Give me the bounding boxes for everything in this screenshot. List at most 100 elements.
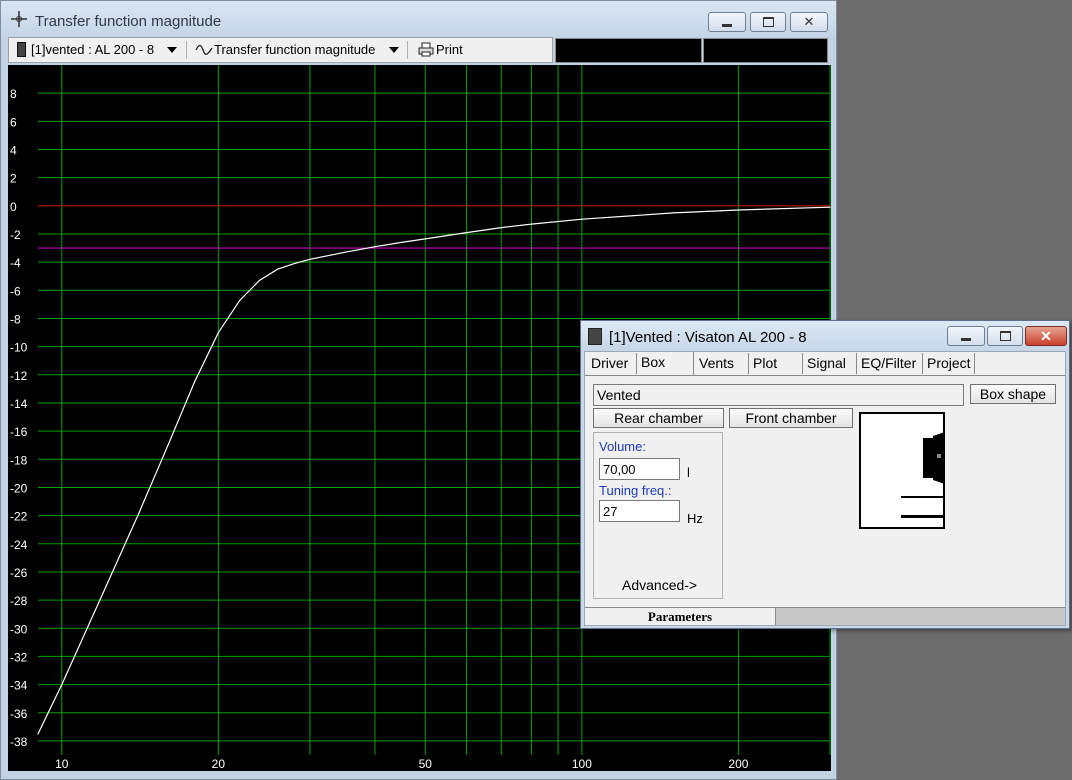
wave-icon <box>195 44 213 55</box>
y-tick-label: -28 <box>10 594 28 608</box>
y-tick-label: -10 <box>10 341 28 355</box>
status-bar: Parameters <box>585 607 1065 625</box>
tab-box[interactable]: Box <box>637 352 694 375</box>
y-tick-label: -32 <box>10 650 28 664</box>
y-tick-label: 4 <box>10 143 17 157</box>
x-tick-label: 200 <box>728 757 748 771</box>
volume-unit: l <box>687 465 690 480</box>
y-tick-label: -36 <box>10 707 28 721</box>
restore-icon <box>999 331 1011 341</box>
tab-signal[interactable]: Signal <box>803 353 857 374</box>
tab-plot[interactable]: Plot <box>749 353 803 374</box>
plot-select[interactable]: Transfer function magnitude <box>214 42 375 57</box>
y-tick-label: 8 <box>10 87 17 101</box>
volume-input[interactable]: 70,00 <box>599 458 680 480</box>
tab-eq-filter[interactable]: EQ/Filter <box>857 353 923 374</box>
tuning-label: Tuning freq.: <box>599 483 672 498</box>
y-tick-label: -38 <box>10 735 28 749</box>
readout-box-1 <box>555 38 702 63</box>
main-toolbar: [1]vented : AL 200 - 8 Transfer function… <box>8 37 553 63</box>
curve-point <box>465 231 468 234</box>
plot-dropdown-icon[interactable] <box>389 47 399 53</box>
y-tick-label: -4 <box>10 256 21 270</box>
driver-dropdown-icon[interactable] <box>167 47 177 53</box>
restore-icon <box>762 17 774 27</box>
curve-point <box>424 238 426 240</box>
close-button[interactable]: ✕ <box>790 12 828 32</box>
y-tick-label: -2 <box>10 228 21 242</box>
tab-strip: Driver Box Vents Plot Signal EQ/Filter P… <box>585 352 1065 376</box>
minimize-icon <box>961 337 971 341</box>
curve-point <box>672 212 675 214</box>
print-button[interactable]: Print <box>436 42 463 57</box>
y-tick-label: -26 <box>10 566 28 580</box>
crosshair-icon <box>11 11 27 27</box>
box-preview <box>859 412 945 529</box>
box-type-field[interactable]: Vented <box>593 384 964 406</box>
y-tick-label: -18 <box>10 453 28 467</box>
status-parameters: Parameters <box>585 608 776 625</box>
curve-point <box>530 223 533 225</box>
curve-point <box>581 218 583 220</box>
x-tick-label: 50 <box>419 757 433 771</box>
curve-point <box>239 299 241 301</box>
y-tick-label: 6 <box>10 115 17 129</box>
y-tick-label: -14 <box>10 397 28 411</box>
close-icon: ✕ <box>1040 327 1052 344</box>
dialog-title-bar[interactable]: [1]Vented : Visaton AL 200 - 8 ✕ <box>581 321 1069 351</box>
curve-point <box>37 733 39 735</box>
minimize-icon <box>722 23 732 27</box>
driver-select[interactable]: [1]vented : AL 200 - 8 <box>31 42 154 57</box>
volume-label: Volume: <box>599 439 646 454</box>
y-tick-label: -22 <box>10 510 28 524</box>
y-tick-label: -12 <box>10 369 28 383</box>
printer-icon <box>418 42 434 57</box>
y-tick-label: 0 <box>10 200 17 214</box>
close-icon: ✕ <box>803 14 815 29</box>
speaker-icon <box>588 328 602 345</box>
x-tick-label: 20 <box>212 757 226 771</box>
tab-driver[interactable]: Driver <box>587 353 637 374</box>
advanced-link[interactable]: Advanced-> <box>622 577 697 593</box>
curve-point <box>61 683 63 686</box>
rear-chamber-button[interactable]: Rear chamber <box>593 408 724 428</box>
curve-point <box>102 592 104 594</box>
curve-point <box>737 209 740 211</box>
box-dialog: [1]Vented : Visaton AL 200 - 8 ✕ Driver … <box>580 320 1070 629</box>
y-tick-label: -6 <box>10 284 21 298</box>
curve-point <box>400 241 403 244</box>
front-chamber-button[interactable]: Front chamber <box>729 408 853 428</box>
box-preview-drawing <box>901 432 943 518</box>
y-tick-label: -16 <box>10 425 28 439</box>
curve-point <box>500 227 502 229</box>
toolbar-separator <box>407 41 408 59</box>
tab-project[interactable]: Project <box>923 353 975 374</box>
tab-vents[interactable]: Vents <box>695 353 749 374</box>
tuning-input[interactable]: 27 <box>599 500 680 522</box>
maximize-button[interactable] <box>750 12 786 32</box>
curve-point <box>167 444 169 446</box>
driver-icon <box>17 42 26 57</box>
curve-point <box>309 258 311 260</box>
x-tick-label: 100 <box>572 757 592 771</box>
main-window-title: Transfer function magnitude <box>35 13 222 30</box>
dialog-body: Driver Box Vents Plot Signal EQ/Filter P… <box>584 351 1066 626</box>
curve-point <box>374 246 376 248</box>
x-tick-label: 10 <box>55 757 69 771</box>
y-tick-label: -8 <box>10 312 21 326</box>
tuning-unit: Hz <box>687 511 703 526</box>
y-tick-label: -30 <box>10 622 28 636</box>
curve-point <box>293 262 295 265</box>
box-shape-button[interactable]: Box shape <box>970 384 1056 404</box>
dialog-close-button[interactable]: ✕ <box>1025 326 1067 346</box>
minimize-button[interactable] <box>708 12 746 32</box>
curve-point <box>258 279 261 282</box>
toolbar-separator <box>186 41 187 59</box>
curve-point <box>217 331 219 334</box>
dialog-minimize-button[interactable] <box>947 326 985 346</box>
y-tick-label: -24 <box>10 538 28 552</box>
curve-point <box>344 251 346 253</box>
dialog-maximize-button[interactable] <box>987 326 1023 346</box>
y-tick-label: -20 <box>10 481 28 495</box>
main-title-bar[interactable]: Transfer function magnitude ✕ <box>1 1 836 37</box>
